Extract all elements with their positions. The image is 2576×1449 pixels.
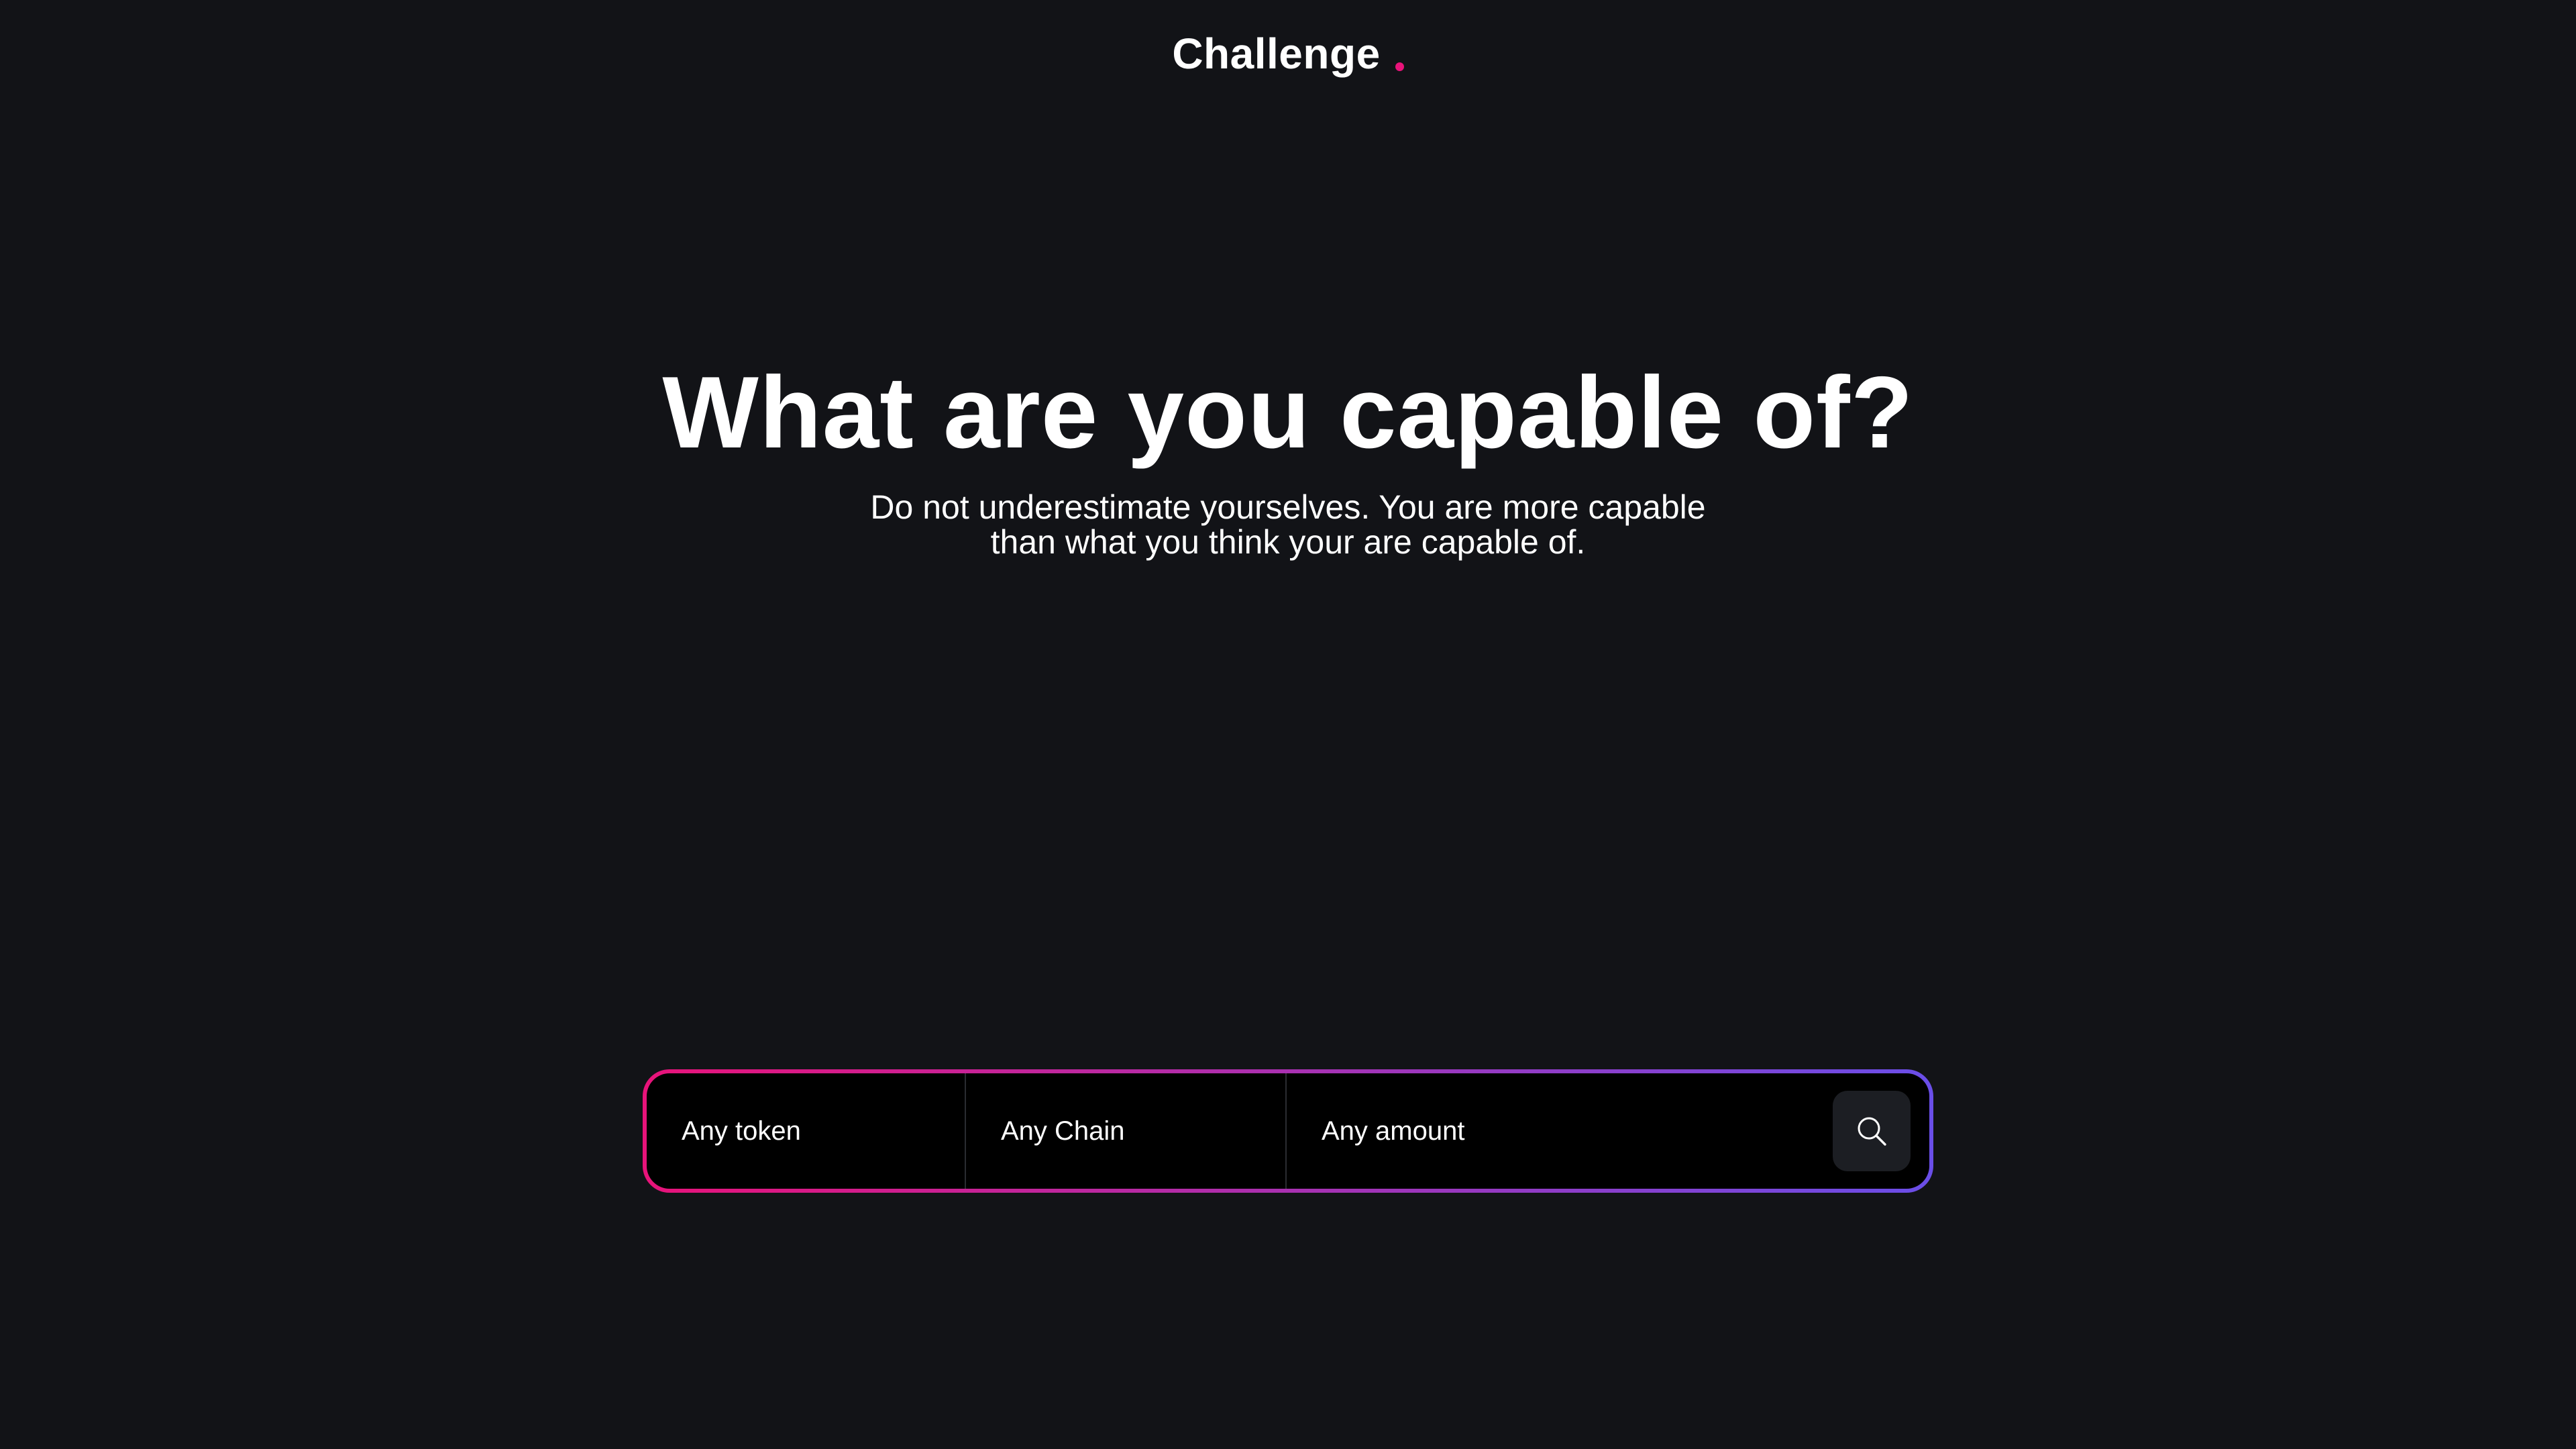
search-bar-inner: Any token Any Chain	[647, 1073, 1929, 1189]
logo-dot	[1395, 62, 1404, 71]
hero-title: What are you capable of?	[662, 356, 1914, 470]
search-button[interactable]	[1833, 1091, 1911, 1171]
logo[interactable]: Challenge	[0, 27, 2576, 80]
amount-input[interactable]	[1322, 1116, 1829, 1146]
token-selector[interactable]: Any token	[647, 1073, 966, 1189]
chain-selector[interactable]: Any Chain	[966, 1073, 1287, 1189]
logo-text: Challenge	[1172, 30, 1381, 78]
hero-subtitle-line-2: than what you think your are capable of.	[990, 523, 1586, 561]
hero-subtitle-line-1: Do not underestimate yourselves. You are…	[870, 488, 1706, 526]
token-selector-label: Any token	[682, 1116, 801, 1146]
chain-selector-label: Any Chain	[1001, 1116, 1125, 1146]
hero-subtitle: Do not underestimate yourselves. You are…	[0, 490, 2576, 559]
search-icon	[1854, 1114, 1889, 1148]
search-bar: Any token Any Chain	[643, 1069, 1933, 1193]
